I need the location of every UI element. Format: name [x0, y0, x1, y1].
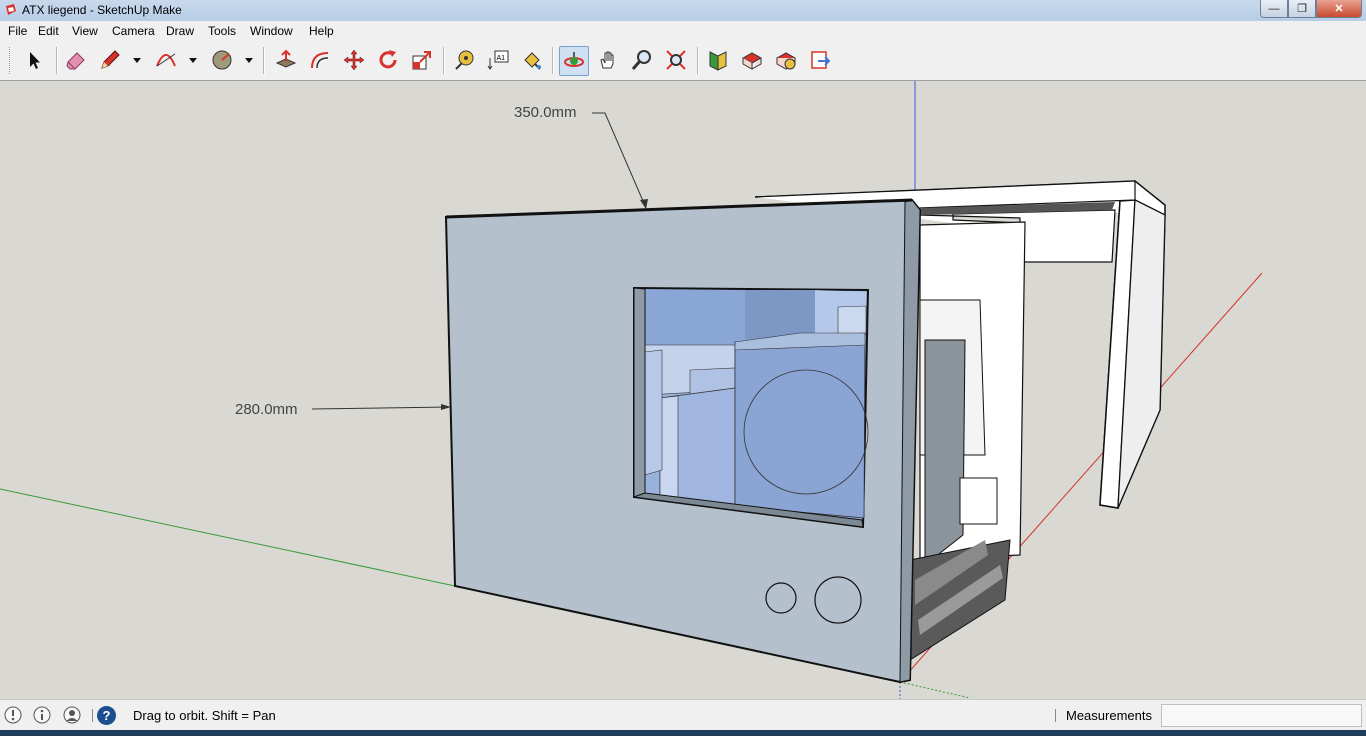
internal-components: [909, 221, 1026, 661]
measurements-label: Measurements: [1066, 708, 1152, 723]
toolbar-separator: [56, 47, 58, 74]
pencil-tool-button[interactable]: [96, 46, 124, 74]
zoom-extents-icon: [666, 50, 686, 70]
window-title: ATX liegend - SketchUp Make: [22, 3, 182, 17]
tape-measure-tool-button[interactable]: [450, 46, 478, 74]
menu-edit[interactable]: Edit: [38, 24, 59, 38]
pushpull-icon: [275, 49, 297, 68]
menu-bar: File Edit View Camera Draw Tools Window …: [0, 21, 1366, 41]
dimension-width-label[interactable]: 350.0mm: [514, 104, 577, 121]
status-hint-text: Drag to orbit. Shift = Pan: [133, 708, 276, 723]
move-icon: [343, 49, 365, 71]
dimension-leader-height: [311, 406, 451, 410]
warehouse-icon: [709, 51, 727, 71]
arc-tool-button[interactable]: [152, 46, 180, 74]
arc-icon: [156, 53, 176, 67]
tape-measure-icon: [455, 50, 474, 70]
orbit-tool-button[interactable]: [559, 46, 589, 76]
warehouse-button[interactable]: [704, 46, 732, 74]
paint-bucket-icon: [524, 52, 541, 70]
send-to-layout-button[interactable]: [806, 46, 834, 74]
sketchup-logo-icon: [6, 4, 16, 15]
shape-dropdown-icon[interactable]: [244, 55, 254, 65]
help-icon[interactable]: ?: [97, 706, 116, 725]
pushpull-tool-button[interactable]: [272, 46, 300, 74]
share-model-icon: [741, 52, 763, 70]
measurements-separator: [1055, 709, 1056, 722]
move-tool-button[interactable]: [340, 46, 368, 74]
menu-tools[interactable]: Tools: [208, 24, 236, 38]
pan-tool-button[interactable]: [594, 46, 622, 74]
zoom-extents-tool-button[interactable]: [662, 46, 690, 74]
hand-icon: [600, 51, 614, 69]
offset-icon: [311, 52, 329, 69]
side-window: [633, 286, 870, 529]
zoom-tool-button[interactable]: [628, 46, 656, 74]
toolbar-grip[interactable]: [9, 47, 13, 74]
scale-icon: [412, 51, 431, 70]
status-bar: ? Drag to orbit. Shift = Pan Measurement…: [0, 699, 1366, 731]
zoom-icon: [631, 50, 651, 70]
menu-file[interactable]: File: [8, 24, 27, 38]
circle-icon: [212, 50, 232, 70]
share-model-button[interactable]: [738, 46, 766, 74]
text-tool-button[interactable]: A1: [484, 46, 512, 74]
menu-view[interactable]: View: [72, 24, 98, 38]
model-scene: [0, 81, 1263, 699]
close-button[interactable]: ✕: [1316, 0, 1362, 18]
menu-draw[interactable]: Draw: [166, 24, 194, 38]
menu-help[interactable]: Help: [309, 24, 334, 38]
paint-bucket-tool-button[interactable]: [518, 46, 546, 74]
toolbar-separator: [552, 47, 554, 74]
main-toolbar: A1: [0, 41, 1366, 81]
pencil-icon: [101, 50, 120, 69]
eraser-tool-button[interactable]: [62, 46, 90, 74]
measurements-input[interactable]: [1161, 704, 1362, 727]
pencil-dropdown-icon[interactable]: [132, 55, 142, 65]
send-to-layout-icon: [811, 51, 831, 69]
arrow-icon: [30, 52, 40, 69]
orbit-icon: [564, 52, 584, 67]
maximize-button[interactable]: ❐: [1288, 0, 1316, 18]
model-viewport[interactable]: 350.0mm 280.0mm: [0, 81, 1366, 699]
offset-tool-button[interactable]: [306, 46, 334, 74]
dimension-height-label[interactable]: 280.0mm: [235, 401, 298, 418]
arc-dropdown-icon[interactable]: [188, 55, 198, 65]
text-label-icon: A1: [487, 50, 509, 70]
scale-tool-button[interactable]: [408, 46, 436, 74]
shape-tool-button[interactable]: [208, 46, 236, 74]
extension-warehouse-button[interactable]: [772, 46, 800, 74]
green-axis: [0, 488, 456, 587]
rotate-icon: [379, 50, 397, 69]
extension-warehouse-icon: [775, 52, 797, 70]
credits-icon[interactable]: [33, 706, 51, 724]
menu-window[interactable]: Window: [250, 24, 293, 38]
rotate-tool-button[interactable]: [374, 46, 402, 74]
geo-location-icon[interactable]: [4, 706, 22, 724]
windows-taskbar: [0, 730, 1366, 736]
toolbar-separator: [697, 47, 699, 74]
dimension-leader-width: [592, 112, 647, 209]
status-separator: [92, 709, 93, 722]
minimize-button[interactable]: —: [1260, 0, 1288, 18]
menu-camera[interactable]: Camera: [112, 24, 155, 38]
title-bar: ATX liegend - SketchUp Make — ❐ ✕: [0, 0, 1366, 22]
toolbar-separator: [443, 47, 445, 74]
user-sign-in-icon[interactable]: [63, 706, 81, 724]
eraser-icon: [66, 52, 85, 70]
text-tool-label: A1: [497, 55, 506, 62]
toolbar-separator: [263, 47, 265, 74]
select-tool-button[interactable]: [20, 46, 48, 74]
